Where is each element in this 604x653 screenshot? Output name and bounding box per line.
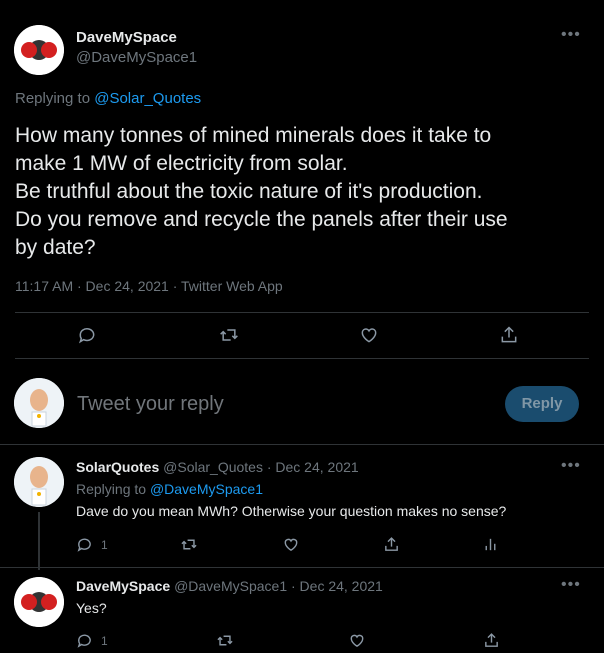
- retweet-button[interactable]: [180, 536, 198, 553]
- reply-author-name[interactable]: SolarQuotes: [76, 459, 159, 475]
- reply-header: SolarQuotes @Solar_Quotes · Dec 24, 2021: [76, 459, 359, 475]
- retweet-icon: [217, 635, 233, 646]
- thread-line: [38, 512, 40, 570]
- reply-author-name[interactable]: DaveMySpace: [76, 578, 170, 594]
- reply-header: DaveMySpace @DaveMySpace1 · Dec 24, 2021: [76, 578, 383, 594]
- reply-icon: [77, 538, 91, 552]
- replying-to-link[interactable]: @Solar_Quotes: [94, 90, 201, 107]
- tweet-body-line: Be truthful about the toxic nature of it…: [15, 180, 483, 203]
- share-icon: [385, 537, 398, 551]
- share-button[interactable]: [383, 536, 400, 553]
- divider: [0, 567, 604, 568]
- retweet-icon: [220, 329, 238, 341]
- like-icon: [361, 328, 377, 343]
- avatar-davemyspace[interactable]: [14, 25, 64, 75]
- more-dots-icon[interactable]: •••: [561, 26, 581, 44]
- reply-count: 1: [101, 537, 108, 552]
- reply-handle-time[interactable]: @Solar_Quotes · Dec 24, 2021: [163, 459, 359, 475]
- reply-text: Yes?: [76, 600, 107, 616]
- reply-count: 1: [101, 633, 108, 648]
- reply-submit-button[interactable]: Reply: [505, 386, 579, 422]
- share-button[interactable]: [483, 632, 500, 649]
- reply-text: Dave do you mean MWh? Otherwise your que…: [76, 503, 507, 519]
- reply-button[interactable]: 1: [76, 536, 108, 553]
- replying-prefix: Replying to: [76, 481, 147, 497]
- analytics-icon: [485, 538, 496, 551]
- divider: [15, 358, 589, 359]
- reply-handle-time[interactable]: @DaveMySpace1 · Dec 24, 2021: [174, 578, 383, 594]
- more-dots-icon[interactable]: •••: [561, 576, 581, 594]
- reply-button[interactable]: [77, 325, 97, 345]
- tweet-body-line: make 1 MW of electricity from solar.: [15, 152, 348, 175]
- tweet-body: How many tonnes of mined minerals does i…: [15, 122, 508, 262]
- reply-icon: [78, 328, 95, 344]
- reply-input[interactable]: Tweet your reply: [77, 393, 224, 416]
- like-icon: [350, 634, 364, 647]
- reply-button[interactable]: 1: [76, 632, 108, 649]
- tweet-meta[interactable]: 11:17 AM · Dec 24, 2021 · Twitter Web Ap…: [15, 278, 283, 294]
- avatar-davemyspace[interactable]: [14, 577, 64, 627]
- tweet-body-line: How many tonnes of mined minerals does i…: [15, 124, 492, 147]
- retweet-icon: [181, 539, 197, 550]
- replying-prefix: Replying to: [15, 90, 91, 107]
- share-icon: [485, 633, 498, 647]
- avatar-self[interactable]: [14, 378, 64, 428]
- analytics-button[interactable]: [482, 536, 499, 553]
- more-dots-icon[interactable]: •••: [561, 457, 581, 475]
- like-button[interactable]: [282, 536, 300, 553]
- author-name[interactable]: DaveMySpace: [76, 29, 177, 46]
- replying-to-line: Replying to @DaveMySpace1: [76, 481, 263, 497]
- reply-icon: [77, 634, 91, 648]
- retweet-button[interactable]: [218, 325, 240, 345]
- tweet-body-line: Do you remove and recycle the panels aft…: [15, 208, 508, 231]
- like-button[interactable]: [348, 632, 366, 649]
- share-icon: [501, 326, 517, 343]
- replying-to-link[interactable]: @DaveMySpace1: [150, 481, 263, 497]
- avatar-solarquotes[interactable]: [14, 457, 64, 507]
- like-button[interactable]: [358, 325, 380, 345]
- share-button[interactable]: [499, 325, 519, 345]
- author-handle[interactable]: @DaveMySpace1: [76, 49, 197, 66]
- divider: [15, 312, 589, 313]
- tweet-body-line: by date?: [15, 236, 96, 259]
- like-icon: [284, 538, 298, 551]
- divider: [0, 444, 604, 445]
- retweet-button[interactable]: [216, 632, 234, 649]
- replying-to-line: Replying to @Solar_Quotes: [15, 90, 201, 107]
